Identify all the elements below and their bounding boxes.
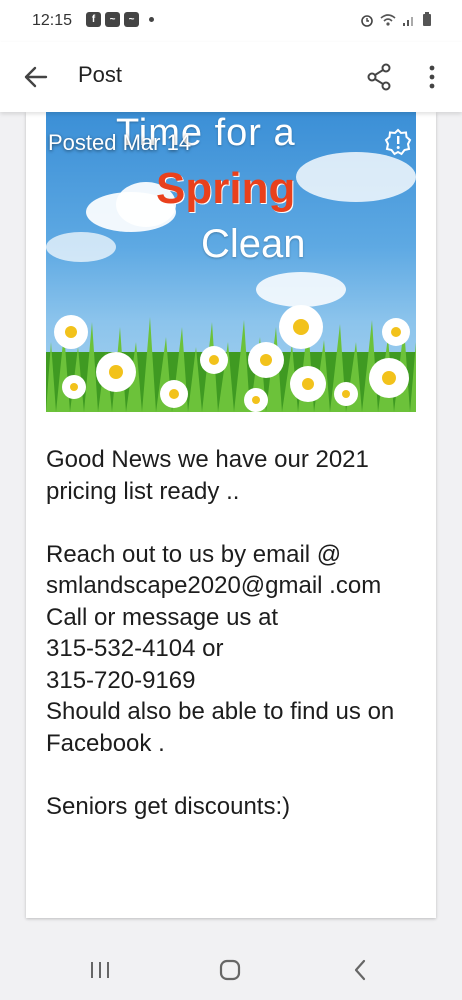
post-image[interactable]: Time for a Spring Clean Posted Mar 14 — [46, 112, 416, 412]
image-text-line2: Spring — [156, 164, 296, 213]
share-button[interactable] — [364, 62, 394, 92]
nav-back-button[interactable] — [350, 958, 370, 982]
home-button[interactable] — [218, 958, 242, 982]
recents-icon — [91, 962, 109, 978]
share-icon — [367, 63, 391, 91]
battery-icon — [423, 12, 431, 26]
alarm-icon — [361, 14, 373, 27]
image-text-line3: Clean — [201, 222, 306, 266]
app-bar: Post — [0, 42, 462, 112]
signal-icon — [403, 16, 413, 26]
recents-button[interactable] — [88, 960, 112, 980]
post-card: Time for a Spring Clean Posted Mar 14 Go… — [26, 112, 436, 918]
more-vert-icon — [429, 65, 435, 89]
arrow-left-icon — [24, 66, 48, 88]
report-button[interactable] — [384, 128, 412, 156]
post-body-text: Good News we have our 2021 pricing list … — [46, 446, 395, 820]
app-icon: ~ — [124, 12, 139, 27]
grass-daisies-illustration — [46, 305, 416, 412]
posted-date: Posted Mar 14 — [48, 130, 192, 155]
back-button[interactable] — [18, 62, 54, 92]
page-title: Post — [78, 62, 123, 87]
more-options-button[interactable] — [420, 62, 444, 92]
wifi-icon — [380, 13, 396, 26]
back-icon — [354, 959, 366, 981]
status-time: 12:15 — [32, 12, 73, 29]
system-icons — [360, 12, 432, 27]
system-nav-bar — [0, 940, 462, 1000]
app-icon: ~ — [105, 12, 120, 27]
facebook-icon: f — [86, 12, 101, 27]
notification-icons: f ~ ~ — [86, 12, 154, 27]
more-notifications-icon — [149, 17, 154, 22]
status-bar: 12:15 f ~ ~ — [0, 0, 462, 42]
home-icon — [219, 959, 241, 981]
report-icon — [384, 128, 412, 156]
